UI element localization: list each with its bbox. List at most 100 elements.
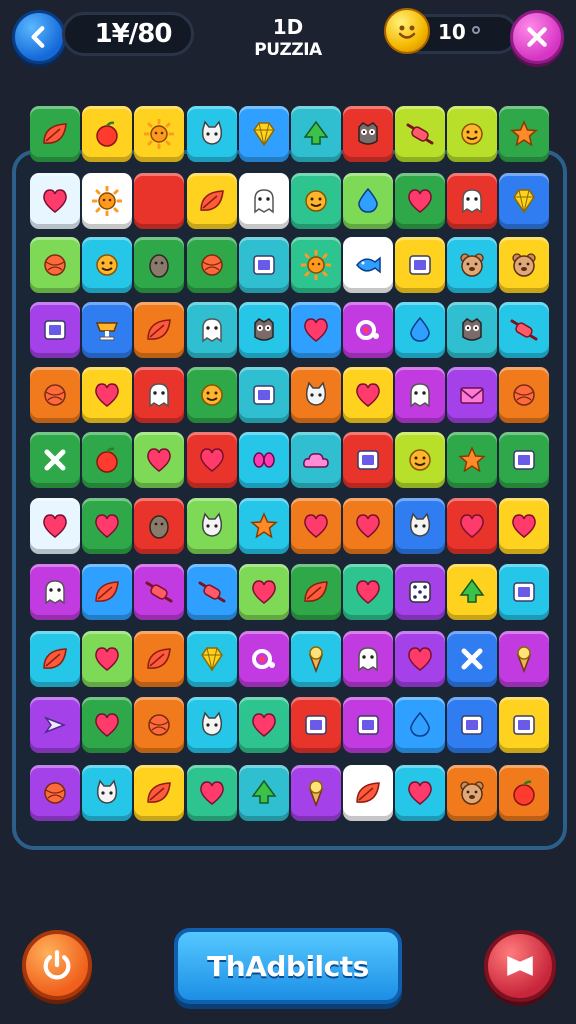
tile[interactable] [343,432,393,488]
tile[interactable] [239,432,289,488]
tile[interactable] [395,367,445,423]
tile[interactable] [239,697,289,753]
back-button[interactable] [12,10,66,64]
tile[interactable] [499,498,549,554]
tile[interactable] [395,697,445,753]
tile[interactable] [239,498,289,554]
tile[interactable] [82,564,132,620]
tile[interactable] [239,367,289,423]
tile[interactable] [239,765,289,821]
tile[interactable] [134,697,184,753]
tile[interactable] [447,173,497,229]
tile[interactable] [343,173,393,229]
tile[interactable] [187,498,237,554]
tile[interactable] [82,631,132,687]
tile[interactable] [187,302,237,358]
main-action-button[interactable]: ThAdbilcts [174,928,402,1004]
tile[interactable] [239,173,289,229]
tile[interactable] [343,564,393,620]
tile[interactable] [187,697,237,753]
tile[interactable] [82,432,132,488]
tile[interactable] [291,631,341,687]
tile[interactable] [291,697,341,753]
tile[interactable] [30,631,80,687]
tile[interactable] [395,765,445,821]
tile[interactable] [134,237,184,293]
tile[interactable] [187,765,237,821]
tile[interactable] [134,564,184,620]
tile[interactable] [447,432,497,488]
power-button[interactable] [22,930,92,1000]
tile[interactable] [82,367,132,423]
tile[interactable] [343,765,393,821]
tile[interactable] [82,302,132,358]
tile[interactable] [343,367,393,423]
tile[interactable] [134,302,184,358]
tile[interactable] [134,498,184,554]
tile[interactable] [447,302,497,358]
tile[interactable] [30,498,80,554]
tile[interactable] [499,302,549,358]
tile[interactable] [187,237,237,293]
tile[interactable] [30,367,80,423]
tile[interactable] [134,367,184,423]
tile[interactable] [447,765,497,821]
tile[interactable] [395,631,445,687]
tile[interactable] [82,498,132,554]
tile[interactable] [239,302,289,358]
tile[interactable] [291,302,341,358]
tile[interactable] [291,367,341,423]
tile[interactable] [447,697,497,753]
tile[interactable] [82,697,132,753]
close-button[interactable] [510,10,564,64]
tile[interactable] [291,765,341,821]
tile[interactable] [499,237,549,293]
tile[interactable] [343,697,393,753]
tile[interactable] [187,173,237,229]
tile[interactable] [395,564,445,620]
tile[interactable] [291,432,341,488]
tile[interactable] [239,106,289,162]
tile[interactable] [447,498,497,554]
tile[interactable] [395,106,445,162]
tile[interactable] [187,631,237,687]
flag-button[interactable] [484,930,556,1002]
tile[interactable] [82,173,132,229]
tile[interactable] [187,564,237,620]
tile[interactable] [30,564,80,620]
tile[interactable] [30,302,80,358]
tile[interactable] [239,564,289,620]
tile[interactable] [447,106,497,162]
tile[interactable] [30,106,80,162]
tile[interactable] [291,173,341,229]
tile[interactable] [343,302,393,358]
tile[interactable] [134,631,184,687]
tile[interactable] [395,498,445,554]
tile[interactable] [499,697,549,753]
tile[interactable] [395,237,445,293]
tile[interactable] [239,631,289,687]
tile[interactable] [30,765,80,821]
tile[interactable] [499,367,549,423]
tile[interactable] [447,564,497,620]
tile[interactable] [395,302,445,358]
tile[interactable] [82,237,132,293]
tile[interactable] [499,106,549,162]
tile[interactable] [499,765,549,821]
tile[interactable] [343,106,393,162]
tile[interactable] [499,173,549,229]
tile[interactable] [395,432,445,488]
tile[interactable] [187,432,237,488]
tile[interactable] [291,564,341,620]
tile[interactable] [134,765,184,821]
tile[interactable] [499,432,549,488]
tile[interactable] [187,106,237,162]
tile[interactable] [291,237,341,293]
tile[interactable] [291,498,341,554]
tile[interactable] [343,237,393,293]
tile[interactable] [395,173,445,229]
tile[interactable] [239,237,289,293]
tile[interactable] [82,106,132,162]
tile[interactable] [30,237,80,293]
tile[interactable] [30,173,80,229]
